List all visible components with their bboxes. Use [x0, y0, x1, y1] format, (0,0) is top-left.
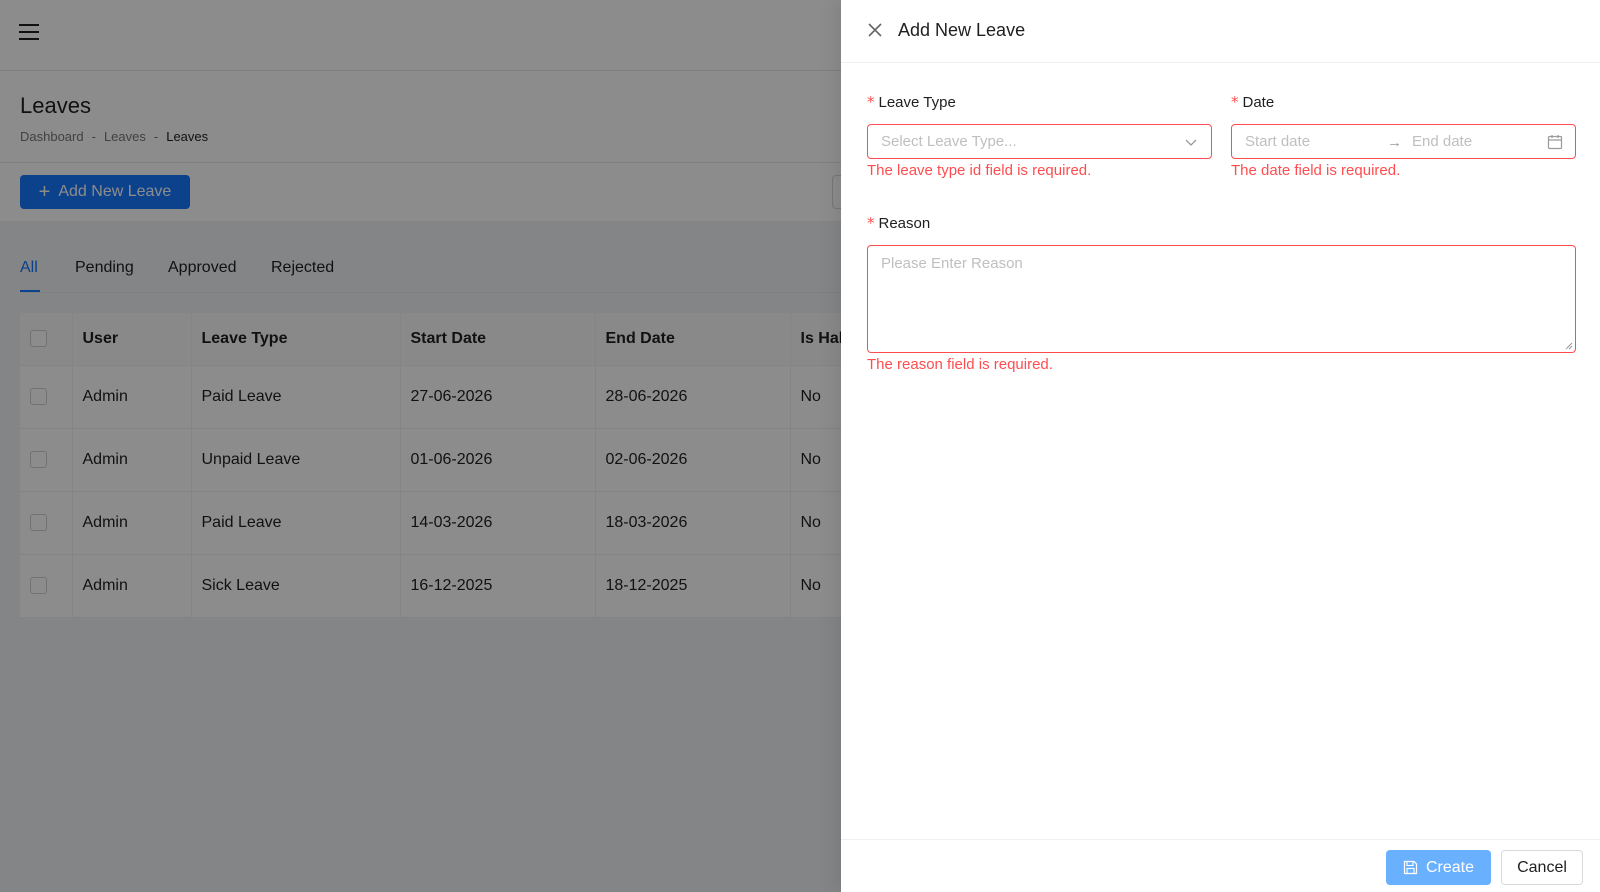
arrow-right-icon: → — [1387, 134, 1402, 151]
leave-type-select[interactable]: Select Leave Type... — [867, 124, 1212, 159]
cancel-button[interactable]: Cancel — [1501, 850, 1583, 885]
leave-type-error: The leave type id field is required. — [867, 162, 1092, 179]
date-error: The date field is required. — [1231, 162, 1401, 179]
leave-type-label-text: Leave Type — [878, 94, 956, 111]
chevron-down-icon — [1185, 139, 1197, 146]
create-button[interactable]: Create — [1386, 850, 1491, 885]
drawer-footer: Create Cancel — [841, 839, 1600, 892]
date-range-picker[interactable]: Start date → End date — [1231, 124, 1576, 159]
save-icon — [1403, 860, 1418, 875]
resize-handle-icon[interactable] — [1565, 342, 1573, 350]
end-date-input[interactable]: End date — [1412, 133, 1472, 150]
required-mark: * — [867, 93, 875, 111]
start-date-input[interactable]: Start date — [1245, 133, 1310, 150]
drawer-title: Add New Leave — [898, 20, 1026, 40]
calendar-icon — [1547, 135, 1563, 150]
close-icon[interactable] — [867, 22, 883, 38]
reason-textarea[interactable]: Please Enter Reason — [867, 245, 1576, 353]
leave-type-label: * Leave Type — [867, 93, 956, 111]
date-label-text: Date — [1242, 94, 1275, 111]
leave-type-placeholder: Select Leave Type... — [881, 133, 1017, 150]
required-mark: * — [867, 214, 875, 232]
required-mark: * — [1231, 93, 1239, 111]
reason-placeholder: Please Enter Reason — [881, 255, 1023, 272]
reason-label: * Reason — [867, 214, 930, 232]
reason-error: The reason field is required. — [867, 356, 1053, 373]
reason-label-text: Reason — [878, 215, 931, 232]
date-label: * Date — [1231, 93, 1274, 111]
drawer-header: Add New Leave — [841, 0, 1600, 63]
add-leave-drawer: Add New Leave * Leave Type Select Leave T… — [841, 0, 1600, 892]
create-label: Create — [1425, 858, 1475, 876]
